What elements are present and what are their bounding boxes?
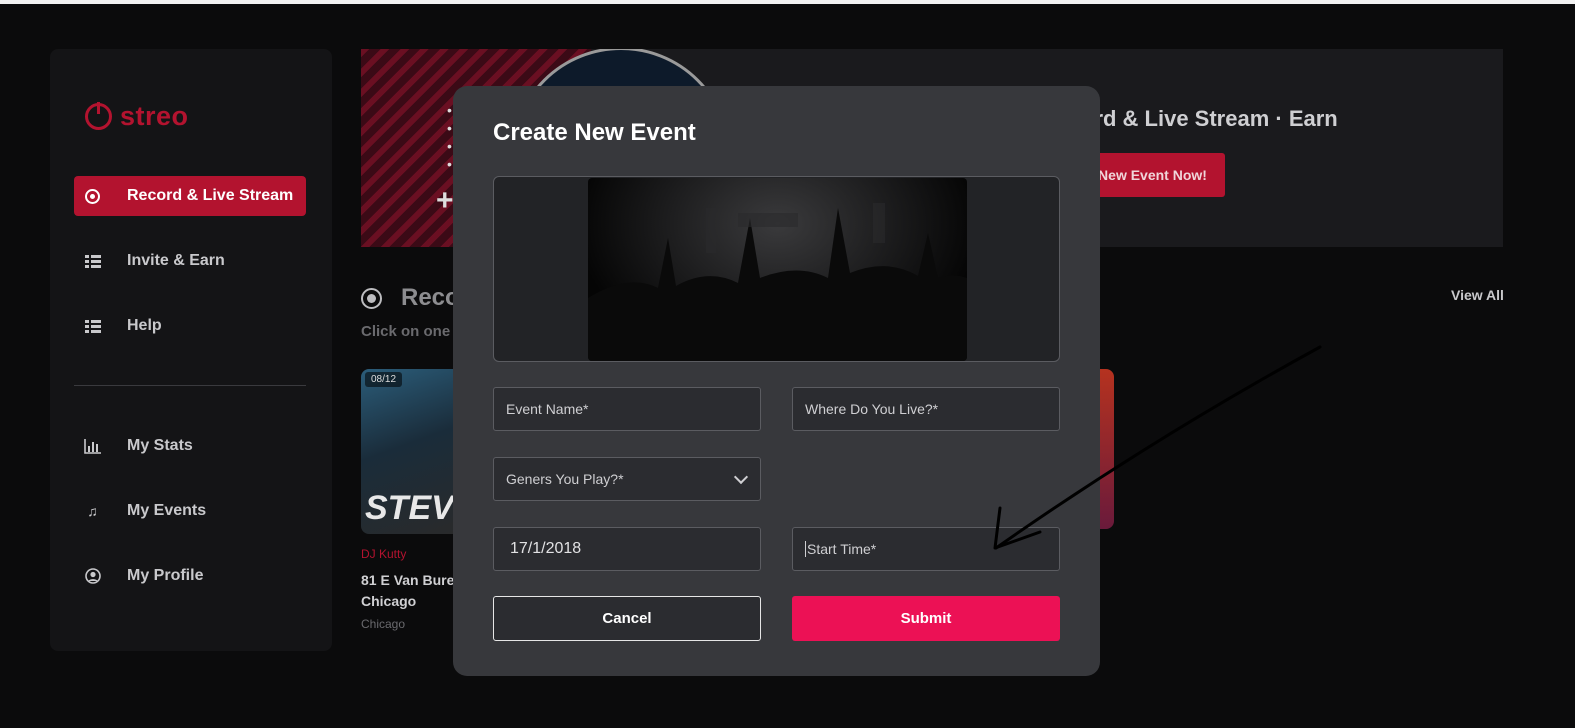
- annotation-arrow: [993, 345, 1322, 550]
